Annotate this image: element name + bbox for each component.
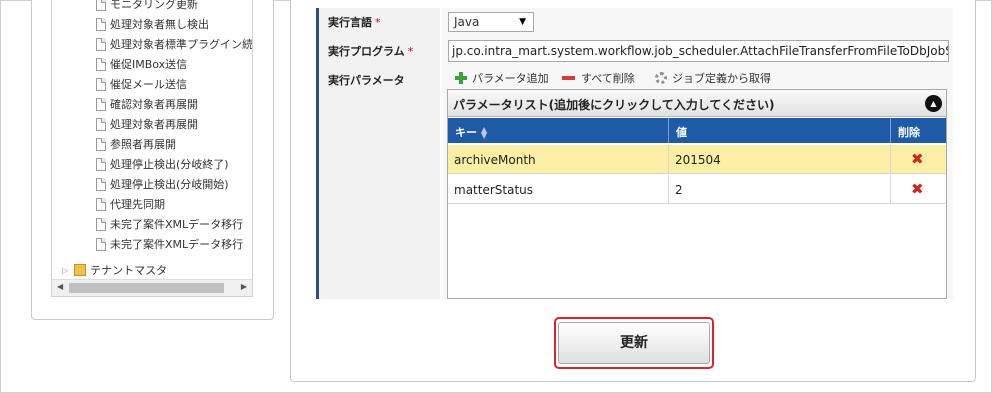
tree-item[interactable]: 催促メール送信 <box>96 74 187 94</box>
document-icon <box>96 177 106 191</box>
tree-item[interactable]: 未完了案件XMLデータ移行 <box>96 234 243 254</box>
scrollbar-thumb[interactable] <box>69 283 224 293</box>
tree-item[interactable]: 処理停止検出(分岐開始) <box>96 174 229 194</box>
program-input[interactable]: jp.co.intra_mart.system.workflow.job_sch… <box>448 40 949 62</box>
sort-icon[interactable]: ▲ ▼ <box>481 126 487 140</box>
tree-item[interactable]: 処理対象者再展開 <box>96 114 198 134</box>
tree-item-label: 処理対象者再展開 <box>110 118 198 131</box>
document-icon <box>96 217 106 231</box>
tree-item-label: 未完了案件XMLデータ移行 <box>110 238 244 251</box>
tree-item[interactable]: 処理停止検出(分岐終了) <box>96 154 229 174</box>
value-cell[interactable]: 2 <box>669 175 891 204</box>
column-header-key[interactable]: キー ▲ ▼ <box>448 118 669 143</box>
parameter-grid: パラメータリスト(追加後にクリックして入力してください) ▲ キー ▲ ▼ 値 削除… <box>447 89 947 299</box>
tree-item[interactable]: 参照者再展開 <box>96 134 176 154</box>
tree-item-label: 確認対象者再展開 <box>110 98 198 111</box>
delete-all-label: すべて削除 <box>581 72 635 85</box>
grid-header-row: キー ▲ ▼ 値 削除 <box>448 118 946 143</box>
tree-item[interactable]: モニタリング更新 <box>96 0 198 14</box>
column-header-value-label: 値 <box>676 126 687 139</box>
tree-item[interactable]: 確認対象者再展開 <box>96 94 198 114</box>
params-label: 実行パラメータ <box>316 66 440 299</box>
column-header-key-label: キー <box>455 126 477 139</box>
language-select[interactable]: Java ▼ <box>448 12 534 32</box>
tree-item-label: 未完了案件XMLデータ移行 <box>110 218 244 231</box>
key-cell[interactable]: matterStatus <box>448 175 669 204</box>
tree-item-label: モニタリング更新 <box>110 0 198 11</box>
delete-all-button[interactable]: すべて削除 <box>562 70 635 86</box>
tree-item-label: 参照者再展開 <box>110 138 176 151</box>
document-icon <box>96 137 106 151</box>
add-parameter-button[interactable]: パラメータ追加 <box>455 70 549 86</box>
document-icon <box>96 237 106 251</box>
folder-icon <box>74 264 87 276</box>
tree-folder-label: テナントマスタ <box>90 264 168 277</box>
scroll-left-icon[interactable]: ◀ <box>57 282 63 291</box>
document-icon <box>96 77 106 91</box>
horizontal-scrollbar[interactable]: ◀ ▶ <box>52 279 252 296</box>
scroll-right-icon[interactable]: ▶ <box>241 282 247 291</box>
language-label: 実行言語 * <box>316 8 440 38</box>
chevron-down-icon: ▼ <box>519 17 526 27</box>
delete-cell: ✖ <box>891 175 946 204</box>
job-tree: モニタリング更新 処理対象者無し検出 処理対象者標準プラグイン続 催促IMBox… <box>51 0 253 297</box>
required-mark: * <box>375 16 381 29</box>
program-label: 実行プログラム * <box>316 37 440 66</box>
key-cell[interactable]: archiveMonth <box>448 145 669 174</box>
expand-arrow-icon[interactable]: ▷ <box>62 266 68 275</box>
minus-icon <box>562 76 575 80</box>
document-icon <box>96 0 106 11</box>
tree-item-label: 催促メール送信 <box>110 78 187 91</box>
program-label-text: 実行プログラム <box>328 45 405 58</box>
parameter-grid-title: パラメータリスト(追加後にクリックして入力してください) ▲ <box>448 90 946 117</box>
tree-item[interactable]: 催促IMBox送信 <box>96 54 187 74</box>
params-label-text: 実行パラメータ <box>328 74 405 87</box>
plus-icon <box>455 72 467 84</box>
column-header-delete-label: 削除 <box>898 126 920 139</box>
tree-item-label: 催促IMBox送信 <box>110 58 188 71</box>
tree-item-label: 処理停止検出(分岐終了) <box>110 158 229 171</box>
fetch-from-job-label: ジョブ定義から取得 <box>672 72 771 85</box>
parameter-grid-title-text: パラメータリスト(追加後にクリックして入力してください) <box>453 98 775 112</box>
tree-item-label: 処理対象者無し検出 <box>110 18 209 31</box>
delete-row-icon[interactable]: ✖ <box>911 150 924 168</box>
required-mark: * <box>407 45 414 58</box>
document-icon <box>96 157 106 171</box>
document-icon <box>96 17 106 31</box>
tree-item-label: 処理停止検出(分岐開始) <box>110 178 229 191</box>
tree-item[interactable]: 未完了案件XMLデータ移行 <box>96 214 243 234</box>
add-parameter-label: パラメータ追加 <box>472 72 549 85</box>
delete-row-icon[interactable]: ✖ <box>911 180 924 198</box>
document-icon <box>96 57 106 71</box>
tree-item[interactable]: 代理先同期 <box>96 194 165 214</box>
tree-item[interactable]: 処理対象者標準プラグイン続 <box>96 34 253 54</box>
table-row[interactable]: matterStatus 2 ✖ <box>448 175 946 204</box>
value-cell[interactable]: 201504 <box>669 145 891 174</box>
document-icon <box>96 117 106 131</box>
tree-item-label: 処理対象者標準プラグイン続 <box>110 38 253 51</box>
column-header-delete: 削除 <box>891 118 946 143</box>
table-row[interactable]: archiveMonth 201504 ✖ <box>448 145 946 174</box>
tree-item-label: 代理先同期 <box>110 198 165 211</box>
language-select-value: Java <box>454 15 480 29</box>
language-label-text: 実行言語 <box>328 16 372 29</box>
document-icon <box>96 37 106 51</box>
delete-cell: ✖ <box>891 145 946 174</box>
update-button[interactable]: 更新 <box>558 322 710 364</box>
document-icon <box>96 197 106 211</box>
collapse-icon[interactable]: ▲ <box>925 95 942 112</box>
fetch-from-job-button[interactable]: ジョブ定義から取得 <box>655 70 771 86</box>
document-icon <box>96 97 106 111</box>
gear-icon <box>655 72 667 84</box>
tree-folder[interactable]: ▷ テナントマスタ <box>62 260 167 280</box>
column-header-value[interactable]: 値 <box>669 118 891 143</box>
tree-item[interactable]: 処理対象者無し検出 <box>96 14 209 34</box>
